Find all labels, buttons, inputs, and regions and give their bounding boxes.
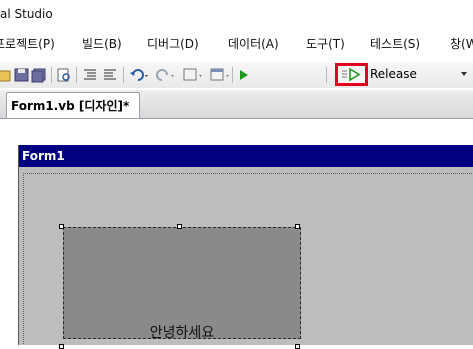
resize-handle[interactable] <box>59 224 64 229</box>
start-without-debugging-icon <box>342 67 361 82</box>
menu-project[interactable]: 프로젝트(P) <box>0 35 55 52</box>
toolbar-separator <box>326 67 327 83</box>
undo-icon[interactable] <box>129 67 151 83</box>
form-title-bar: Form1 <box>19 145 473 167</box>
resize-handle[interactable] <box>177 224 182 229</box>
solution-configuration-dropdown[interactable]: Release <box>370 65 460 84</box>
menu-debug[interactable]: 디버그(D) <box>147 35 199 52</box>
resize-handle[interactable] <box>295 224 300 229</box>
label-control[interactable]: 안녕하세요 <box>63 227 301 341</box>
resize-handle[interactable] <box>295 344 300 349</box>
designer-surface: Form1 안녕하세요 <box>0 119 473 349</box>
start-without-debugging-button[interactable] <box>335 63 368 86</box>
start-debugging-icon[interactable] <box>238 67 250 83</box>
toolbar-separator <box>123 67 124 83</box>
menu-data[interactable]: 데이터(A) <box>228 35 279 52</box>
menu-tools[interactable]: 도구(T) <box>306 35 345 52</box>
menu-bar: 프로젝트(P) 빌드(B) 디버그(D) 데이터(A) 도구(T) 테스트(S)… <box>0 30 473 54</box>
document-tab-strip: Form1.vb [디자인]* <box>0 90 473 119</box>
tab-form1-design[interactable]: Form1.vb [디자인]* <box>6 92 140 118</box>
outdent-icon[interactable] <box>102 67 118 83</box>
toolbar-separator <box>76 67 77 83</box>
indent-icon[interactable] <box>82 67 98 83</box>
save-all-icon[interactable] <box>31 67 47 83</box>
menu-build[interactable]: 빌드(B) <box>82 35 122 52</box>
save-icon[interactable] <box>14 67 30 83</box>
toolbar-separator <box>51 67 52 83</box>
label-text: 안녕하세요 <box>149 325 215 341</box>
toolbar: Release <box>0 62 473 88</box>
chevron-down-icon[interactable] <box>461 72 467 76</box>
form-client-area[interactable]: 안녕하세요 <box>19 167 473 349</box>
open-icon[interactable] <box>0 67 12 83</box>
window-title: al Studio <box>0 0 473 26</box>
resize-handle[interactable] <box>59 344 64 349</box>
menu-window[interactable]: 창(W <box>450 35 473 52</box>
layout-icon[interactable] <box>183 67 205 83</box>
redo-icon[interactable] <box>155 67 177 83</box>
form-window[interactable]: Form1 안녕하세요 <box>18 145 473 349</box>
tab-label: Form1.vb [디자인]* <box>11 99 130 113</box>
toolbar-separator <box>232 67 233 83</box>
window-icon[interactable] <box>210 67 232 83</box>
find-icon[interactable] <box>56 67 72 83</box>
menu-test[interactable]: 테스트(S) <box>370 35 420 52</box>
